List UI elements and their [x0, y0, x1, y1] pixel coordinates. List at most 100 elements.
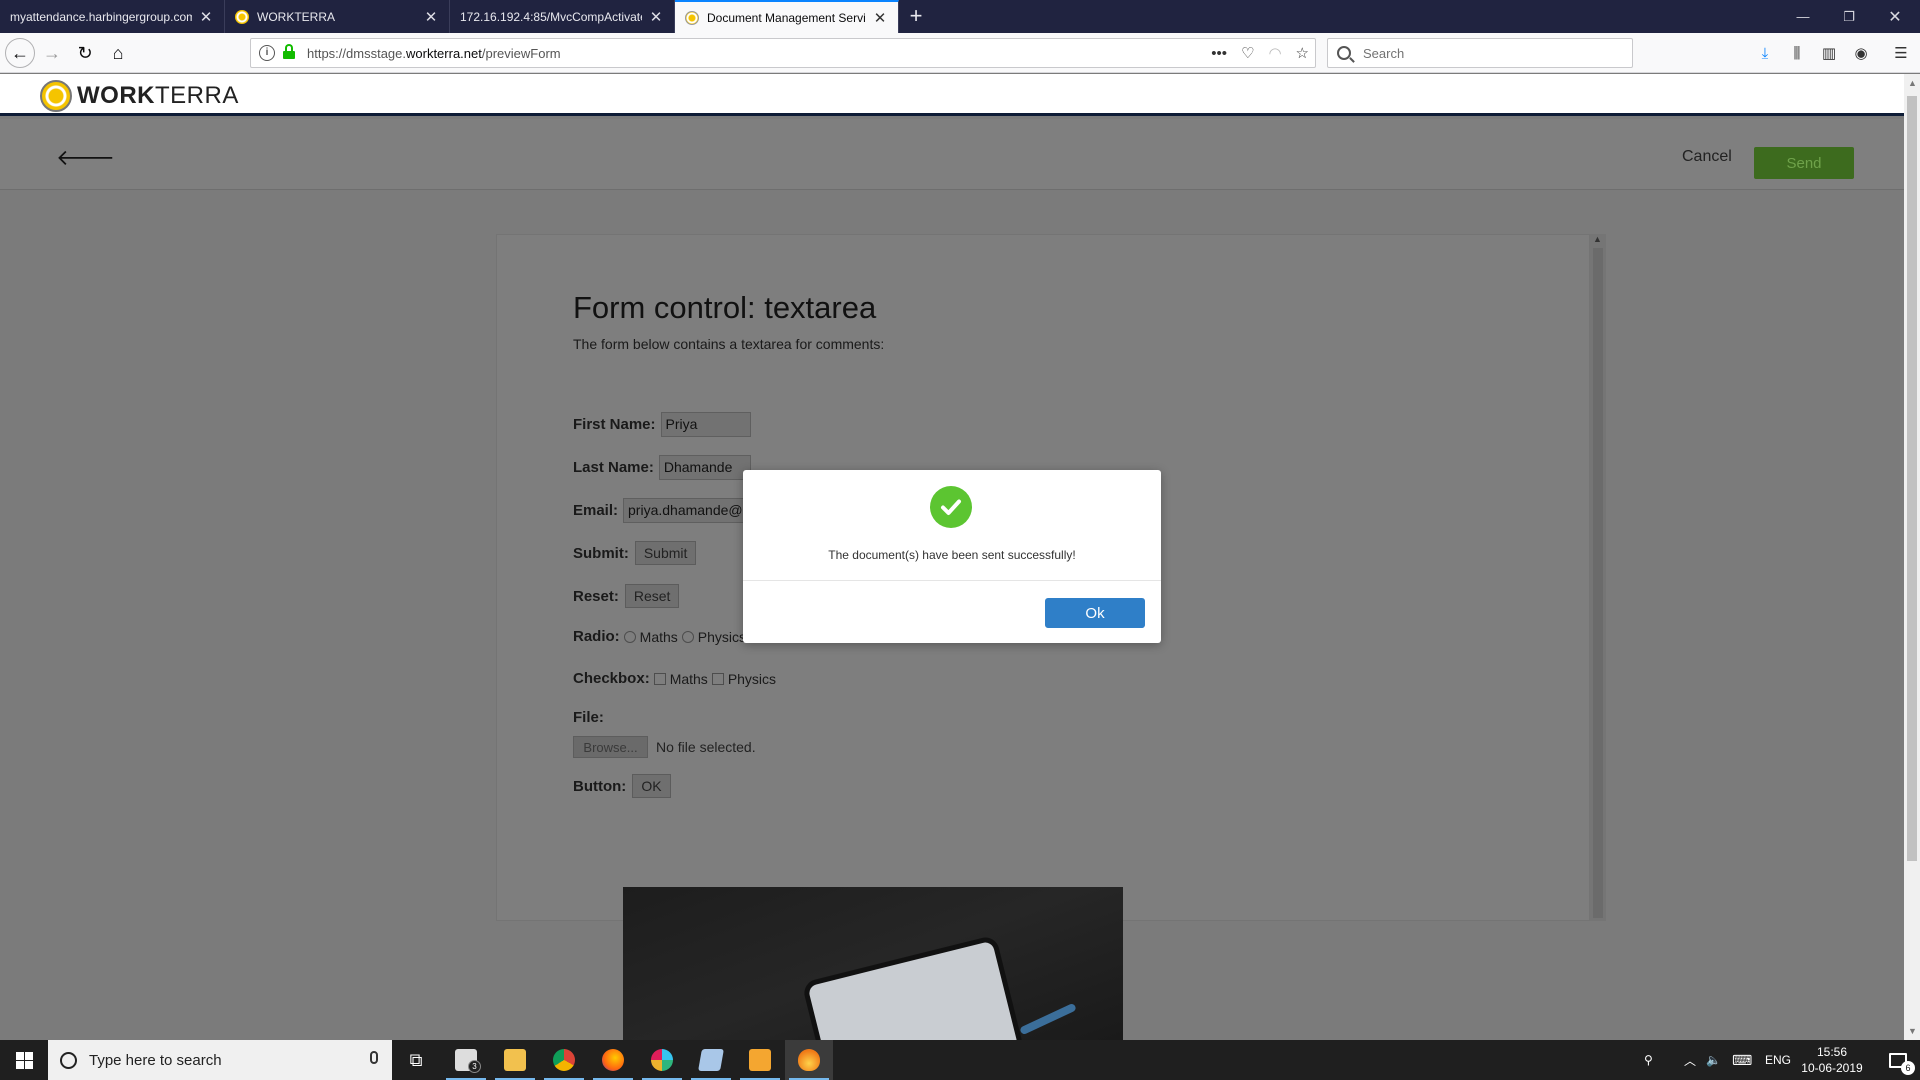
last-name-field[interactable]: Dhamande [658, 455, 751, 480]
radio-button[interactable] [681, 630, 694, 643]
radio-button[interactable] [623, 630, 636, 643]
success-dialog: The document(s) have been sent successfu… [743, 470, 1161, 643]
clock-time: 15:56 [1816, 1045, 1848, 1059]
checkbox[interactable] [653, 672, 666, 685]
home-icon[interactable]: ⌂ [104, 39, 132, 67]
downloads-icon[interactable]: ⤓ [1754, 42, 1776, 64]
mail-badge: 3 [468, 1060, 481, 1073]
forward-arrow-icon[interactable]: → [38, 39, 66, 67]
back-arrow-icon[interactable]: 🡐 [56, 145, 115, 171]
scrollbar-thumb[interactable] [1593, 248, 1603, 918]
scroll-up-icon[interactable]: ▲ [1593, 234, 1602, 244]
success-message: The document(s) have been sent successfu… [828, 548, 1076, 562]
submit-button[interactable]: Submit [634, 541, 697, 565]
people-icon[interactable]: ⚲ [1644, 1040, 1653, 1080]
account-icon[interactable]: ◉ [1850, 42, 1872, 64]
scroll-up-icon[interactable]: ▲ [1908, 78, 1917, 88]
new-tab-button[interactable]: + [904, 0, 928, 33]
reset-button[interactable]: Reset [624, 584, 680, 608]
close-icon[interactable]: ✕ [872, 9, 888, 27]
tab-mvccompactivate[interactable]: 172.16.192.4:85/MvcCompActivate ✕ [450, 0, 675, 33]
folder-icon [504, 1049, 526, 1071]
taskbar-mail[interactable]: 3 [442, 1040, 490, 1080]
checkbox-row: Checkbox: Maths Physics [573, 670, 776, 687]
url-bar[interactable]: i https://dmsstage.workterra.net/preview… [250, 38, 1316, 68]
task-view-button[interactable]: ⧉ [392, 1040, 440, 1080]
taskbar-notes[interactable] [687, 1040, 735, 1080]
taskbar-file-explorer[interactable] [491, 1040, 539, 1080]
volume-icon[interactable]: 🔈 [1706, 1040, 1721, 1080]
scroll-down-icon[interactable]: ▼ [1908, 1026, 1917, 1036]
radio-option-maths[interactable]: Maths [620, 629, 678, 645]
radio-row: Radio: Maths Physics [573, 628, 746, 645]
cancel-button[interactable]: Cancel [1682, 148, 1732, 166]
taskbar-media[interactable] [736, 1040, 784, 1080]
checkbox-option-maths[interactable]: Maths [650, 671, 708, 687]
app-header: WORKTERRA [0, 74, 1904, 116]
menu-hamburger-icon[interactable]: ☰ [1890, 42, 1912, 64]
logo-text: WORKTERRA [77, 82, 239, 110]
page-actions-icon[interactable]: ••• [1211, 45, 1227, 62]
pocket-icon[interactable]: ♡ [1241, 44, 1254, 62]
first-name-row: First Name: Priya [573, 412, 751, 437]
library-icon[interactable]: ⫼ [1786, 42, 1808, 64]
taskbar-slack[interactable] [638, 1040, 686, 1080]
taskbar-search-placeholder: Type here to search [89, 1051, 222, 1069]
preview-toolbar: 🡐 Cancel Send [0, 119, 1904, 190]
tab-myattendance[interactable]: myattendance.harbingergroup.com ✕ [0, 0, 225, 33]
action-center-button[interactable]: 6 [1876, 1040, 1920, 1080]
close-icon[interactable]: ✕ [198, 8, 214, 26]
workterra-logo[interactable]: WORKTERRA [40, 80, 239, 112]
file-label: File: [573, 709, 604, 726]
start-button[interactable] [0, 1040, 48, 1080]
window-close-icon[interactable]: ✕ [1872, 0, 1918, 33]
restore-icon[interactable]: ❐ [1826, 0, 1872, 33]
radio-option-label: Maths [639, 628, 678, 645]
tab-label: 172.16.192.4:85/MvcCompActivate [460, 9, 642, 24]
minimize-icon[interactable]: — [1780, 0, 1826, 33]
tray-chevron-icon[interactable]: ︿ [1684, 1040, 1696, 1080]
url-path: /previewForm [481, 45, 561, 61]
form-intro: The form below contains a textarea for c… [573, 336, 885, 352]
lock-icon[interactable] [283, 44, 295, 59]
radio-option-physics[interactable]: Physics [678, 629, 746, 645]
back-arrow-icon[interactable]: ← [5, 38, 35, 68]
reload-icon[interactable]: ↻ [71, 39, 99, 67]
reader-view-icon[interactable]: ◠ [1268, 44, 1281, 62]
microphone-icon[interactable] [370, 1051, 378, 1064]
windows-taskbar: Type here to search ⧉ 3 ⚲ ︿ 🔈 ⌨ ENG 15:5… [0, 1040, 1920, 1080]
scrollbar-thumb[interactable] [1907, 96, 1917, 861]
windows-logo-icon [15, 1051, 33, 1069]
sidebar-icon[interactable]: ▥ [1818, 42, 1840, 64]
first-name-field[interactable]: Priya [660, 412, 751, 437]
send-button[interactable]: Send [1754, 147, 1854, 179]
checkbox-option-physics[interactable]: Physics [708, 671, 776, 687]
language-indicator[interactable]: ENG [1765, 1040, 1791, 1080]
close-icon[interactable]: ✕ [648, 8, 664, 26]
preview-scrollbar[interactable]: ▲ [1590, 234, 1606, 921]
logo-text-light: TERRA [154, 82, 239, 109]
ok-button[interactable]: Ok [1045, 598, 1145, 628]
taskbar-clock[interactable]: 15:56 10-06-2019 [1792, 1044, 1872, 1076]
last-name-row: Last Name: Dhamande [573, 455, 751, 480]
email-field[interactable]: priya.dhamande@h [623, 498, 750, 523]
keyboard-icon[interactable]: ⌨ [1732, 1040, 1752, 1080]
page-scrollbar[interactable]: ▲ ▼ [1904, 74, 1920, 1040]
tab-workterra[interactable]: WORKTERRA ✕ [225, 0, 450, 33]
taskbar-chrome[interactable] [540, 1040, 588, 1080]
url-prefix: https://dmsstage. [307, 45, 406, 61]
phone-image [801, 934, 1025, 1040]
browse-button[interactable]: Browse... [573, 736, 648, 758]
url-actions: ••• ♡ ◠ ☆ [1211, 39, 1309, 67]
bookmark-star-icon[interactable]: ☆ [1296, 44, 1309, 62]
tab-document-management[interactable]: Document Management Servic ✕ [675, 0, 899, 33]
search-input[interactable]: Search [1327, 38, 1633, 68]
checkbox[interactable] [711, 672, 724, 685]
info-icon[interactable]: i [259, 45, 275, 61]
form-ok-button[interactable]: OK [632, 774, 671, 798]
taskbar-firefox[interactable] [589, 1040, 637, 1080]
close-icon[interactable]: ✕ [423, 8, 439, 26]
taskbar-app-flame[interactable] [785, 1040, 833, 1080]
taskbar-search-input[interactable]: Type here to search [48, 1040, 392, 1080]
cortana-icon [60, 1051, 77, 1069]
